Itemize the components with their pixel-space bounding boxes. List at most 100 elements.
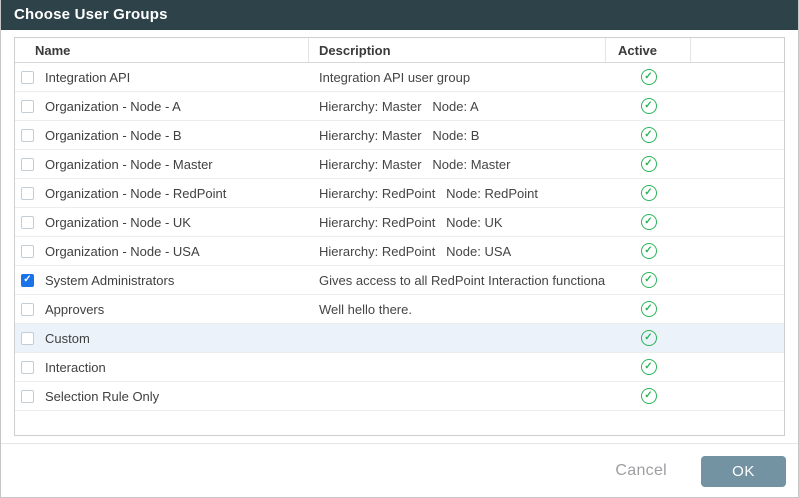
row-name-cell: Integration API: [15, 70, 309, 85]
table-body: Integration API Integration API user gro…: [15, 63, 784, 411]
row-active-cell: ✓: [606, 214, 691, 230]
group-description: Hierarchy: RedPoint Node: UK: [319, 215, 503, 230]
active-check-circle-icon: ✓: [641, 388, 657, 404]
group-name: System Administrators: [45, 273, 174, 288]
group-description: Hierarchy: RedPoint Node: USA: [319, 244, 511, 259]
row-name-cell: Interaction: [15, 360, 309, 375]
group-description: Gives access to all RedPoint Interaction…: [319, 273, 606, 288]
active-check-circle-icon: ✓: [641, 330, 657, 346]
row-active-cell: ✓: [606, 69, 691, 85]
row-name-cell: Approvers: [15, 302, 309, 317]
active-check-circle-icon: ✓: [641, 185, 657, 201]
row-description-cell: Well hello there.: [309, 302, 606, 317]
group-name: Organization - Node - B: [45, 128, 182, 143]
row-active-cell: ✓: [606, 127, 691, 143]
group-name: Organization - Node - RedPoint: [45, 186, 226, 201]
active-check-circle-icon: ✓: [641, 69, 657, 85]
row-checkbox[interactable]: [21, 303, 34, 316]
row-name-cell: Organization - Node - A: [15, 99, 309, 114]
column-header-active[interactable]: Active: [606, 38, 691, 62]
group-name: Organization - Node - USA: [45, 244, 200, 259]
group-description: Hierarchy: RedPoint Node: RedPoint: [319, 186, 538, 201]
active-check-circle-icon: ✓: [641, 272, 657, 288]
active-check-circle-icon: ✓: [641, 243, 657, 259]
table-row[interactable]: Organization - Node - UK Hierarchy: RedP…: [15, 208, 784, 237]
row-active-cell: ✓: [606, 185, 691, 201]
row-description-cell: Gives access to all RedPoint Interaction…: [309, 273, 606, 288]
table-row[interactable]: Organization - Node - RedPoint Hierarchy…: [15, 179, 784, 208]
row-checkbox[interactable]: [21, 274, 34, 287]
group-description: Hierarchy: Master Node: Master: [319, 157, 510, 172]
choose-user-groups-dialog: Choose User Groups Name Description Acti…: [0, 0, 799, 498]
group-name: Selection Rule Only: [45, 389, 159, 404]
row-checkbox[interactable]: [21, 216, 34, 229]
table-row[interactable]: Selection Rule Only ✓: [15, 382, 784, 411]
row-active-cell: ✓: [606, 359, 691, 375]
table-row[interactable]: Custom ✓: [15, 324, 784, 353]
ok-button[interactable]: OK: [701, 456, 786, 487]
active-check-circle-icon: ✓: [641, 156, 657, 172]
dialog-title: Choose User Groups: [14, 6, 168, 23]
row-description-cell: Hierarchy: RedPoint Node: UK: [309, 215, 606, 230]
group-name: Approvers: [45, 302, 104, 317]
table-row[interactable]: Interaction ✓: [15, 353, 784, 382]
active-check-circle-icon: ✓: [641, 359, 657, 375]
row-active-cell: ✓: [606, 243, 691, 259]
row-name-cell: Organization - Node - USA: [15, 244, 309, 259]
table-row[interactable]: System Administrators Gives access to al…: [15, 266, 784, 295]
active-check-circle-icon: ✓: [641, 301, 657, 317]
dialog-title-bar: Choose User Groups: [1, 0, 798, 30]
row-name-cell: System Administrators: [15, 273, 309, 288]
row-checkbox[interactable]: [21, 361, 34, 374]
row-active-cell: ✓: [606, 388, 691, 404]
dialog-content: Name Description Active Integration API …: [1, 30, 798, 436]
row-name-cell: Organization - Node - UK: [15, 215, 309, 230]
active-check-circle-icon: ✓: [641, 127, 657, 143]
group-description: Integration API user group: [319, 70, 470, 85]
row-checkbox[interactable]: [21, 71, 34, 84]
column-header-extra: [691, 38, 784, 62]
row-description-cell: Hierarchy: RedPoint Node: RedPoint: [309, 186, 606, 201]
row-description-cell: Hierarchy: RedPoint Node: USA: [309, 244, 606, 259]
table-row[interactable]: Organization - Node - B Hierarchy: Maste…: [15, 121, 784, 150]
group-name: Integration API: [45, 70, 130, 85]
row-checkbox[interactable]: [21, 245, 34, 258]
group-name: Organization - Node - UK: [45, 215, 191, 230]
table-row[interactable]: Integration API Integration API user gro…: [15, 63, 784, 92]
row-name-cell: Selection Rule Only: [15, 389, 309, 404]
row-description-cell: Integration API user group: [309, 70, 606, 85]
table-row[interactable]: Organization - Node - A Hierarchy: Maste…: [15, 92, 784, 121]
table-header-row: Name Description Active: [15, 38, 784, 63]
row-active-cell: ✓: [606, 330, 691, 346]
row-checkbox[interactable]: [21, 187, 34, 200]
group-name: Interaction: [45, 360, 106, 375]
table-row[interactable]: Organization - Node - Master Hierarchy: …: [15, 150, 784, 179]
row-description-cell: Hierarchy: Master Node: B: [309, 128, 606, 143]
table-row[interactable]: Approvers Well hello there. ✓: [15, 295, 784, 324]
row-name-cell: Custom: [15, 331, 309, 346]
group-description: Hierarchy: Master Node: B: [319, 128, 479, 143]
row-name-cell: Organization - Node - Master: [15, 157, 309, 172]
column-header-description[interactable]: Description: [309, 38, 606, 62]
active-check-circle-icon: ✓: [641, 98, 657, 114]
column-header-name[interactable]: Name: [15, 38, 309, 62]
row-name-cell: Organization - Node - RedPoint: [15, 186, 309, 201]
group-description: Well hello there.: [319, 302, 412, 317]
row-checkbox[interactable]: [21, 158, 34, 171]
row-active-cell: ✓: [606, 156, 691, 172]
row-checkbox[interactable]: [21, 129, 34, 142]
row-checkbox[interactable]: [21, 100, 34, 113]
row-checkbox[interactable]: [21, 390, 34, 403]
row-description-cell: Hierarchy: Master Node: A: [309, 99, 606, 114]
row-active-cell: ✓: [606, 98, 691, 114]
group-name: Organization - Node - A: [45, 99, 181, 114]
row-description-cell: Hierarchy: Master Node: Master: [309, 157, 606, 172]
dialog-footer: Cancel OK: [1, 443, 798, 498]
group-name: Organization - Node - Master: [45, 157, 213, 172]
cancel-button[interactable]: Cancel: [615, 462, 667, 480]
table-row[interactable]: Organization - Node - USA Hierarchy: Red…: [15, 237, 784, 266]
row-active-cell: ✓: [606, 272, 691, 288]
row-active-cell: ✓: [606, 301, 691, 317]
group-name: Custom: [45, 331, 90, 346]
row-checkbox[interactable]: [21, 332, 34, 345]
